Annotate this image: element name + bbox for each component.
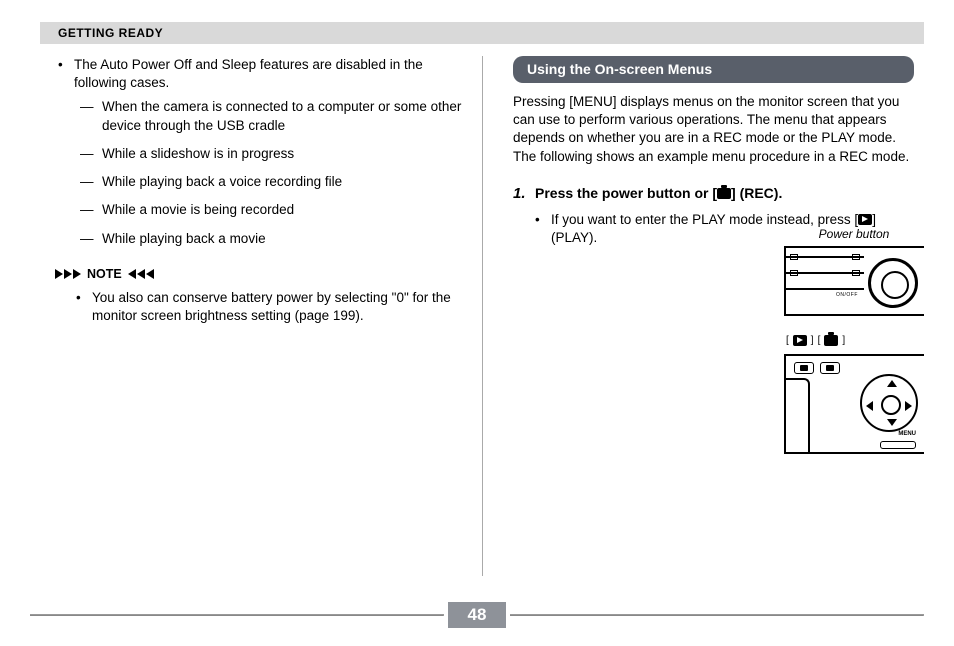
triangle-left-icon	[128, 269, 136, 279]
bullet-dot: •	[535, 211, 551, 247]
dash-marker: —	[80, 201, 102, 219]
bullet-dot: •	[76, 289, 92, 325]
bracket: ]	[811, 334, 814, 348]
bracket: [	[786, 334, 789, 348]
camera-rec-icon	[717, 188, 731, 199]
play-button-icon	[794, 362, 814, 374]
rec-button-icon	[820, 362, 840, 374]
list-item-text: While playing back a movie	[102, 230, 266, 248]
screen-edge	[786, 378, 810, 452]
feature-disabled-bullet: • The Auto Power Off and Sleep features …	[58, 56, 462, 92]
step-title: Press the power button or [ ] (REC).	[535, 184, 914, 203]
content-columns: • The Auto Power Off and Sleep features …	[40, 56, 924, 576]
mode-icons-row: [] []	[786, 334, 924, 348]
feature-disabled-text: The Auto Power Off and Sleep features ar…	[74, 56, 462, 92]
power-button-label: Power button	[784, 226, 924, 242]
footer-rule	[510, 614, 924, 616]
left-column: • The Auto Power Off and Sleep features …	[40, 56, 482, 576]
footer-rule	[30, 614, 444, 616]
onoff-label: ON/OFF	[836, 292, 858, 299]
disabled-cases-list: —When the camera is connected to a compu…	[58, 98, 462, 247]
page-number: 48	[468, 605, 487, 624]
dash-marker: —	[80, 145, 102, 163]
bracket: ]	[842, 334, 845, 348]
step-sub-part-a: If you want to enter the PLAY mode inste…	[551, 212, 858, 227]
camera-top-view: ON/OFF	[784, 246, 924, 316]
list-item: —While a slideshow is in progress	[80, 145, 462, 163]
dash-marker: —	[80, 173, 102, 191]
step-title-part-a: Press the power button or [	[535, 185, 717, 201]
bracket: [	[818, 334, 821, 348]
dpad-right-icon	[905, 401, 912, 411]
triangle-right-icon	[64, 269, 72, 279]
dpad-left-icon	[866, 401, 873, 411]
page-number-badge: 48	[448, 602, 507, 628]
list-item: —While playing back a movie	[80, 230, 462, 248]
section-header-bar: GETTING READY	[40, 22, 924, 44]
section-header-text: GETTING READY	[58, 26, 163, 40]
triangle-right-icon	[55, 269, 63, 279]
list-item-text: When the camera is connected to a comput…	[102, 98, 462, 134]
shutter-button-icon	[868, 258, 918, 308]
triangle-left-icon	[137, 269, 145, 279]
list-item-text: While a movie is being recorded	[102, 201, 294, 219]
triangle-left-icon	[146, 269, 154, 279]
list-item: —When the camera is connected to a compu…	[80, 98, 462, 134]
section-title-text: Using the On-screen Menus	[527, 61, 712, 77]
dpad-icon	[860, 374, 918, 432]
bullet-dot: •	[58, 56, 74, 92]
right-column: Using the On-screen Menus Pressing [MENU…	[482, 56, 924, 576]
camera-rec-icon	[824, 335, 838, 346]
play-mode-icon	[858, 214, 872, 225]
section-intro: Pressing [MENU] displays menus on the mo…	[513, 93, 914, 166]
camera-back-view: MENU	[784, 354, 924, 454]
dpad-down-icon	[887, 419, 897, 426]
dash-marker: —	[80, 98, 102, 134]
strap-lug-icon	[880, 441, 916, 449]
note-text: You also can conserve battery power by s…	[92, 289, 462, 325]
note-left-decoration	[54, 269, 81, 279]
note-label: NOTE	[87, 266, 122, 283]
dash-marker: —	[80, 230, 102, 248]
play-mode-icon	[793, 335, 807, 346]
note-right-decoration	[128, 269, 155, 279]
menu-label: MENU	[898, 430, 916, 438]
step-number: 1.	[513, 184, 535, 251]
page-footer: 48	[30, 602, 924, 628]
note-header: NOTE	[54, 266, 462, 283]
note-bullet: • You also can conserve battery power by…	[76, 289, 462, 325]
list-item: —While a movie is being recorded	[80, 201, 462, 219]
list-item-text: While playing back a voice recording fil…	[102, 173, 342, 191]
section-title-pill: Using the On-screen Menus	[513, 56, 914, 83]
step-title-part-b: ] (REC).	[731, 185, 782, 201]
list-item-text: While a slideshow is in progress	[102, 145, 294, 163]
triangle-right-icon	[73, 269, 81, 279]
camera-figures: Power button ON/OFF [] []	[784, 226, 924, 454]
list-item: —While playing back a voice recording fi…	[80, 173, 462, 191]
dpad-up-icon	[887, 380, 897, 387]
